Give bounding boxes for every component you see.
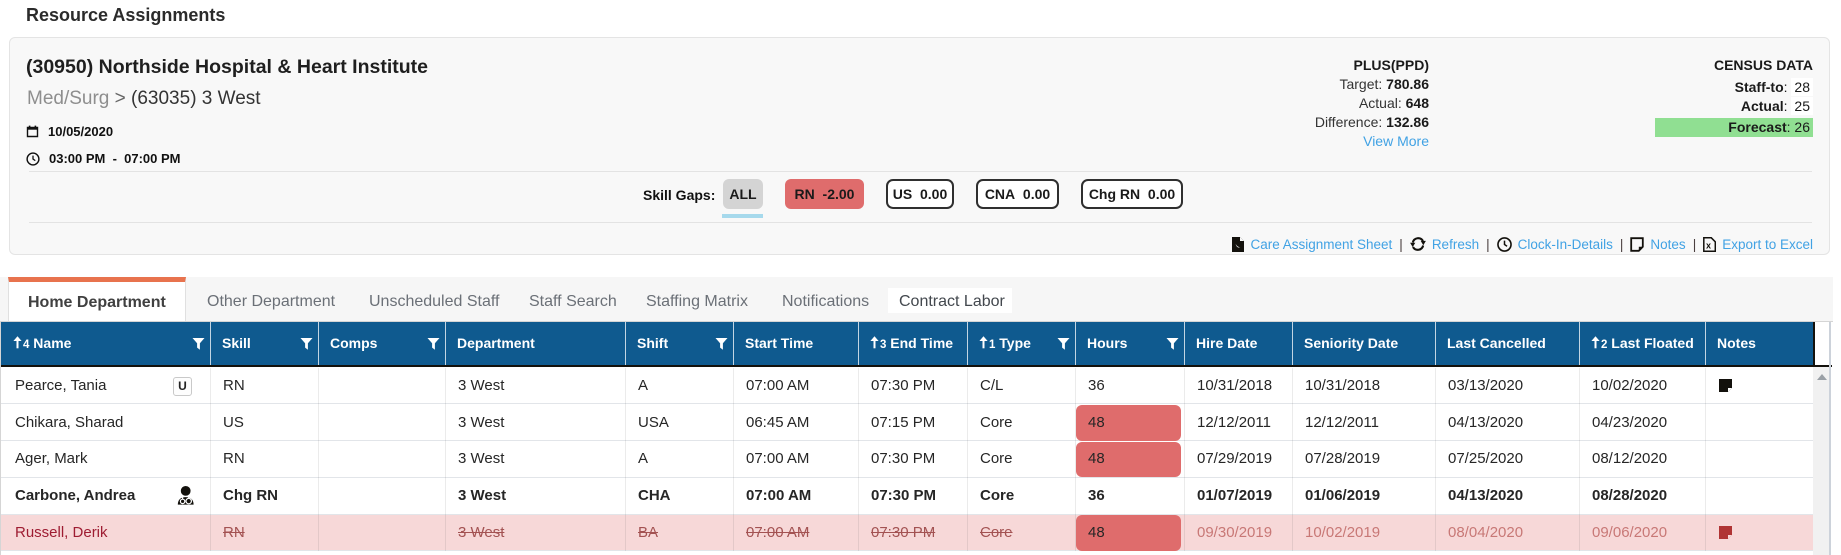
svg-text:x: x xyxy=(1706,240,1711,250)
